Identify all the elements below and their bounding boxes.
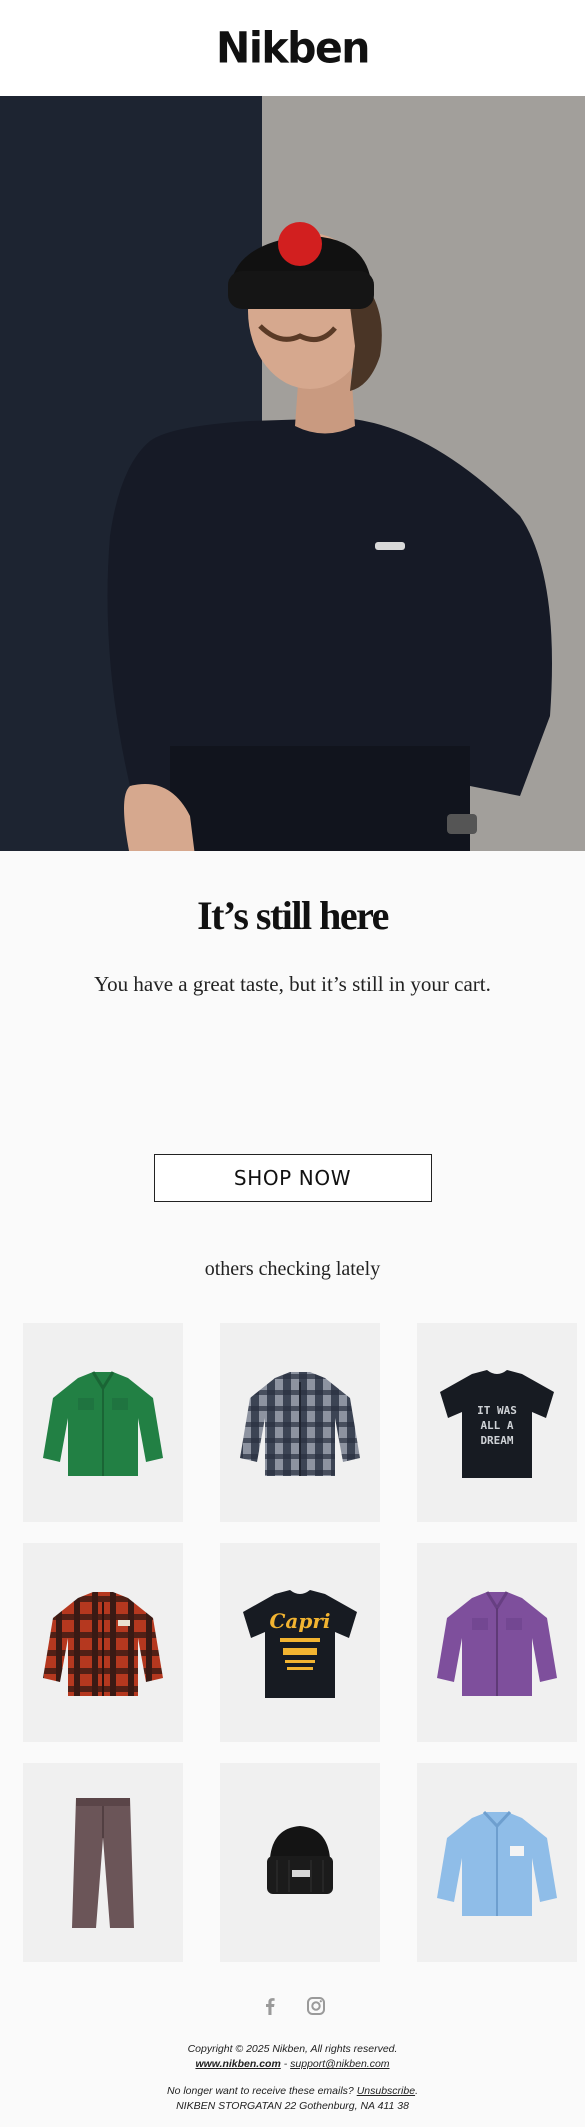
hero-photo-illustration <box>0 96 585 851</box>
purple-jacket-icon <box>437 1590 557 1696</box>
brown-trousers-icon <box>72 1797 134 1928</box>
contact-line: www.nikben.com - support@nikben.com <box>0 2057 585 2072</box>
black-print-tee-icon: Capri <box>243 1589 357 1698</box>
cta-container: SHOP NOW <box>0 1154 585 1202</box>
tee-print-line2: ALL A <box>480 1419 513 1432</box>
product-tile[interactable] <box>220 1763 380 1962</box>
product-tile[interactable] <box>23 1323 183 1522</box>
black-beanie-icon <box>267 1825 333 1894</box>
black-graphic-tee-icon: IT WAS ALL A DREAM <box>440 1369 554 1478</box>
product-tile[interactable] <box>23 1763 183 1962</box>
postal-address: NIKBEN STORGATAN 22 Gothenburg, NA 411 3… <box>176 2100 409 2112</box>
hero-image[interactable] <box>0 96 585 851</box>
product-tile[interactable] <box>417 1543 577 1742</box>
headline: It’s still here <box>197 893 389 938</box>
shop-now-button[interactable]: SHOP NOW <box>153 1154 432 1202</box>
blue-shirt-icon <box>437 1810 557 1916</box>
facebook-icon[interactable] <box>260 1996 280 2021</box>
instagram-icon[interactable] <box>306 1996 326 2021</box>
unsubscribe-link[interactable]: Unsubscribe <box>357 2085 415 2097</box>
copyright-text: Copyright © 2025 Nikben, All rights rese… <box>187 2043 398 2055</box>
red-plaid-jacket-icon <box>43 1591 163 1696</box>
product-tile[interactable]: Capri <box>220 1543 380 1742</box>
product-tile[interactable] <box>23 1543 183 1742</box>
footer: Copyright © 2025 Nikben, All rights rese… <box>0 2042 585 2114</box>
grey-plaid-jacket-icon <box>240 1371 360 1476</box>
social-links <box>0 1996 585 2021</box>
product-grid: IT WAS ALL A DREAM Capri <box>23 1323 577 1962</box>
support-email-link[interactable]: support@nikben.com <box>290 2058 389 2070</box>
product-tile[interactable]: IT WAS ALL A DREAM <box>417 1323 577 1522</box>
unsubscribe-prompt: No longer want to receive these emails? <box>167 2085 357 2097</box>
unsubscribe-period: . <box>415 2085 418 2097</box>
unsubscribe-line: No longer want to receive these emails? … <box>0 2084 585 2099</box>
product-tile[interactable] <box>220 1323 380 1522</box>
subheadline: You have a great taste, but it’s still i… <box>94 972 491 996</box>
tee-print-line3: DREAM <box>480 1434 513 1447</box>
contact-separator: - <box>280 2058 291 2070</box>
tee-print-line1: IT WAS <box>477 1404 517 1417</box>
product-tile[interactable] <box>417 1763 577 1962</box>
green-jacket-icon <box>43 1370 163 1476</box>
brand-logo[interactable]: Nikben <box>216 23 370 73</box>
email-page: Nikben It’s still here You have a great … <box>0 0 585 2127</box>
capri-print: Capri <box>270 1609 331 1633</box>
email-header: Nikben <box>0 0 585 96</box>
others-heading: others checking lately <box>204 1258 381 1280</box>
website-link[interactable]: www.nikben.com <box>195 2058 280 2070</box>
